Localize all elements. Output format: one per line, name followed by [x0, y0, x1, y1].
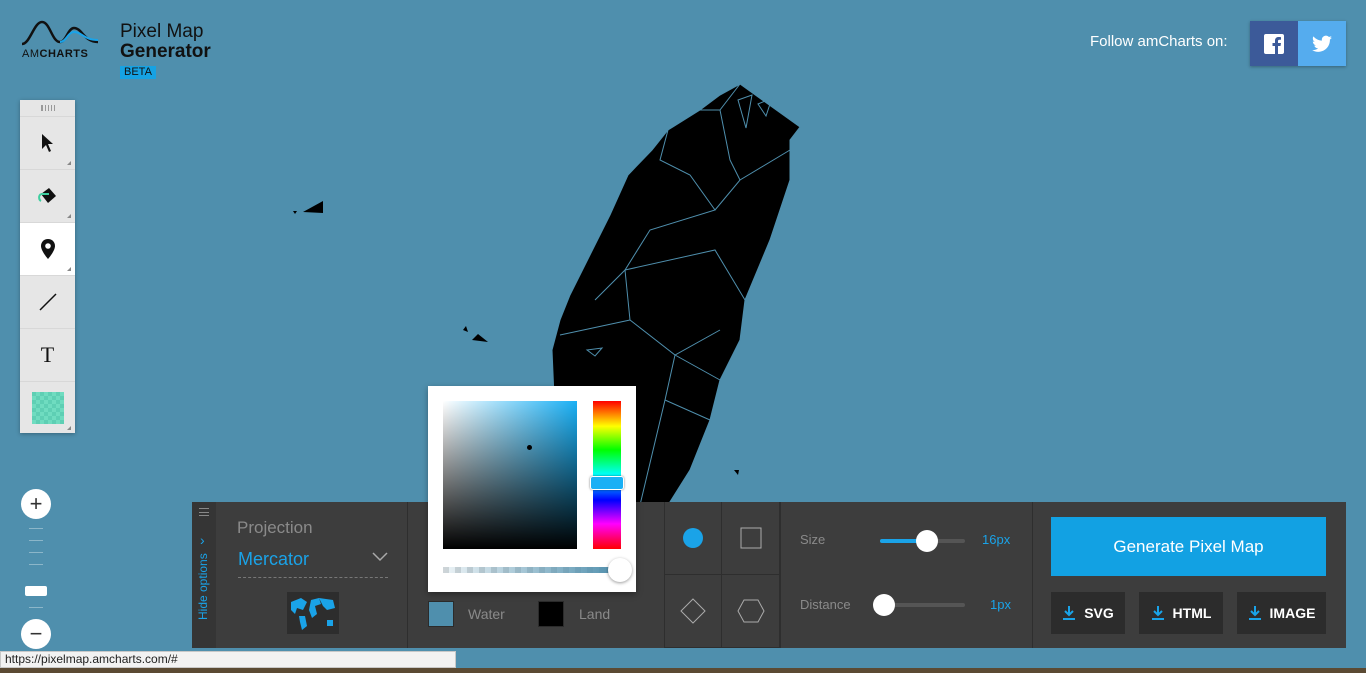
options-panel: › Hide options Projection Mercator Water…: [192, 502, 1346, 648]
hide-options-label: Hide options: [196, 553, 210, 620]
facebook-button[interactable]: [1250, 21, 1298, 66]
tool-select[interactable]: [20, 116, 75, 169]
water-label: Water: [468, 606, 505, 622]
shape-diamond-option[interactable]: [664, 575, 722, 648]
export-image-label: IMAGE: [1269, 605, 1316, 621]
islet: [472, 334, 488, 342]
zoom-in-button[interactable]: +: [21, 489, 51, 519]
export-html-label: HTML: [1172, 605, 1212, 621]
export-image-button[interactable]: IMAGE: [1237, 592, 1326, 634]
projection-label: Projection: [237, 518, 313, 537]
size-slider-knob[interactable]: [915, 530, 938, 552]
title-line-2: Generator: [120, 41, 211, 62]
size-label: Size: [800, 532, 826, 547]
tool-pin[interactable]: [20, 222, 75, 275]
color-picker: [428, 386, 636, 592]
square-icon: [740, 527, 761, 549]
download-icon: [1151, 606, 1164, 620]
export-svg-button[interactable]: SVG: [1051, 592, 1125, 634]
zoom-tick: [29, 564, 43, 565]
cursor-icon: [41, 134, 53, 152]
hide-options-toggle[interactable]: › Hide options: [192, 502, 216, 648]
penghu-island: [303, 201, 323, 213]
saturation-value-cursor[interactable]: [527, 445, 532, 450]
page-bottom-strip: [0, 668, 1366, 673]
divider: [1032, 502, 1033, 648]
distance-slider-knob[interactable]: [873, 594, 896, 616]
tool-paint[interactable]: [20, 169, 75, 222]
tool-line[interactable]: [20, 275, 75, 328]
download-icon: [1248, 606, 1261, 620]
water-color-swatch[interactable]: [428, 601, 454, 627]
shape-circle-option[interactable]: [664, 502, 722, 575]
zoom-tick: [29, 552, 43, 553]
line-icon: [38, 293, 57, 311]
follow-text: Follow amCharts on:: [1090, 33, 1228, 50]
alpha-slider-knob[interactable]: [608, 558, 632, 582]
paint-bucket-icon: [37, 188, 56, 203]
zoom-slider-thumb[interactable]: [25, 586, 47, 596]
distance-label: Distance: [800, 597, 851, 612]
hexagon-icon: [736, 599, 765, 623]
zoom-out-button[interactable]: −: [21, 619, 51, 649]
shape-square-option[interactable]: [722, 502, 780, 575]
zoom-tick: [29, 540, 43, 541]
tool-pattern[interactable]: [20, 381, 75, 434]
map-pin-icon: [40, 239, 55, 259]
tool-text[interactable]: T: [20, 328, 75, 381]
diamond-icon: [679, 598, 706, 624]
generate-pixel-map-button[interactable]: Generate Pixel Map: [1051, 517, 1326, 576]
chevron-down-icon[interactable]: [372, 552, 388, 562]
projection-select[interactable]: Mercator: [238, 549, 309, 570]
export-svg-label: SVG: [1084, 605, 1114, 621]
pixel-shape-grid: [664, 502, 780, 648]
logo-wordmark: AMCHARTS: [22, 48, 89, 60]
text-icon: T: [40, 342, 55, 367]
status-bar-url: https://pixelmap.amcharts.com/#: [0, 651, 456, 668]
divider: [780, 502, 781, 648]
alpha-slider[interactable]: [443, 567, 621, 573]
circle-icon: [682, 528, 703, 548]
zoom-tick: [29, 607, 43, 608]
zoom-tick: [29, 528, 43, 529]
divider: [407, 502, 408, 648]
beta-badge: BETA: [120, 66, 156, 79]
distance-value: 1px: [990, 597, 1011, 612]
menu-icon: [199, 508, 209, 516]
hue-slider[interactable]: [593, 401, 621, 549]
page-title: Pixel Map Generator: [120, 22, 211, 62]
islet: [463, 326, 468, 332]
twitter-icon: [1312, 35, 1332, 52]
title-line-1: Pixel Map: [120, 21, 204, 42]
islet: [293, 211, 297, 214]
facebook-icon: [1264, 33, 1284, 54]
pattern-swatch-icon: [31, 392, 64, 424]
social-buttons: [1250, 21, 1346, 66]
projection-underline: [238, 577, 388, 578]
islet: [734, 470, 739, 475]
twitter-button[interactable]: [1298, 21, 1346, 66]
hue-slider-thumb[interactable]: [590, 476, 624, 490]
export-html-button[interactable]: HTML: [1139, 592, 1223, 634]
land-color-swatch[interactable]: [538, 601, 564, 627]
chevron-right-icon: ›: [200, 532, 205, 548]
download-icon: [1063, 606, 1076, 620]
tool-palette: T: [20, 100, 75, 433]
land-label: Land: [579, 606, 611, 622]
world-map-thumbnail[interactable]: [287, 592, 339, 634]
saturation-value-area[interactable]: [443, 401, 577, 549]
size-value: 16px: [982, 532, 1011, 547]
shape-hexagon-option[interactable]: [722, 575, 780, 648]
drag-handle[interactable]: [20, 100, 75, 116]
